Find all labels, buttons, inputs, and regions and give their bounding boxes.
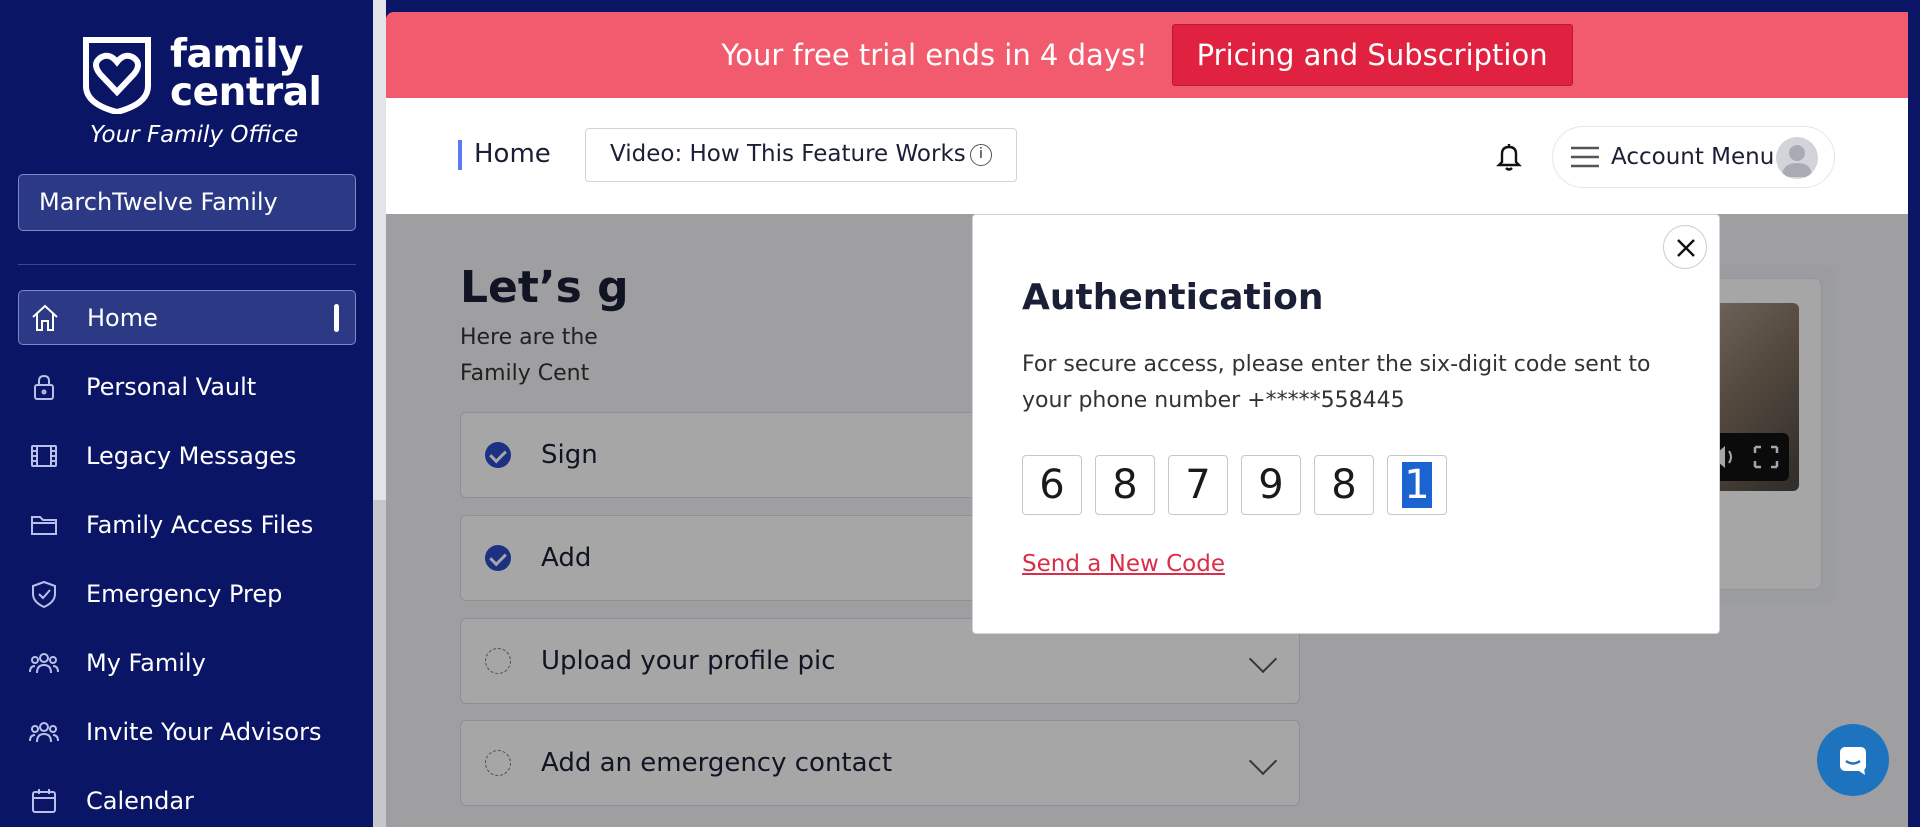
people-icon xyxy=(28,647,60,679)
chat-icon xyxy=(1840,747,1866,775)
trial-banner-text: Your free trial ends in 4 days! xyxy=(721,38,1148,72)
avatar xyxy=(1776,137,1818,179)
otp-selected-digit: 1 xyxy=(1402,462,1432,508)
account-menu-label: Account Menu xyxy=(1611,144,1775,170)
sidebar: family central Your Family Office MarchT… xyxy=(0,0,373,827)
how-feature-works-video-button[interactable]: Video: How This Feature Works i xyxy=(585,128,1017,182)
sidebar-item-label: Emergency Prep xyxy=(86,579,283,608)
otp-digit-input[interactable]: 6 xyxy=(1022,455,1082,515)
modal-description: For secure access, please enter the six-… xyxy=(1022,352,1651,413)
sidebar-item-home[interactable]: Home xyxy=(18,290,356,345)
sidebar-item-personal-vault[interactable]: Personal Vault xyxy=(18,359,356,414)
info-icon: i xyxy=(970,144,992,166)
close-icon xyxy=(1677,239,1695,257)
sidebar-item-label: Calendar xyxy=(86,786,194,815)
sidebar-item-calendar[interactable]: Calendar xyxy=(18,773,356,827)
close-button[interactable] xyxy=(1663,225,1707,269)
sidebar-item-family-access-files[interactable]: Family Access Files xyxy=(18,497,356,552)
bell-icon[interactable] xyxy=(1494,140,1524,172)
sidebar-item-label: Family Access Files xyxy=(86,510,314,539)
top-bar: Home Video: How This Feature Works i Acc… xyxy=(386,98,1908,214)
trial-banner: Your free trial ends in 4 days! Pricing … xyxy=(386,12,1908,98)
sidebar-item-legacy-messages[interactable]: Legacy Messages xyxy=(18,428,356,483)
people-icon xyxy=(28,716,60,748)
sidebar-item-label: Home xyxy=(87,303,158,332)
family-selector[interactable]: MarchTwelve Family xyxy=(18,174,356,231)
otp-digit-input[interactable]: 7 xyxy=(1168,455,1228,515)
sidebar-item-label: My Family xyxy=(86,648,206,677)
sidebar-item-label: Invite Your Advisors xyxy=(86,717,322,746)
otp-digit-input[interactable]: 9 xyxy=(1241,455,1301,515)
otp-digit-input[interactable]: 8 xyxy=(1314,455,1374,515)
breadcrumb: Home xyxy=(458,140,551,170)
calendar-icon xyxy=(28,785,60,817)
sidebar-item-invite-advisors[interactable]: Invite Your Advisors xyxy=(18,704,356,759)
sidebar-item-label: Legacy Messages xyxy=(86,441,297,470)
family-central-logo[interactable]: family central Your Family Office xyxy=(78,34,322,154)
chat-launcher-button[interactable] xyxy=(1817,724,1889,796)
lock-icon xyxy=(28,371,60,403)
main-area: Your free trial ends in 4 days! Pricing … xyxy=(386,12,1908,827)
film-icon xyxy=(28,440,60,472)
account-menu-button[interactable]: Account Menu xyxy=(1552,126,1835,188)
logo-tagline: Your Family Office xyxy=(90,122,299,148)
folder-icon xyxy=(28,509,60,541)
otp-digit-input[interactable]: 8 xyxy=(1095,455,1155,515)
authentication-modal: Authentication For secure access, please… xyxy=(972,214,1720,634)
sidebar-nav: Home Personal Vault Legacy Messages Fami… xyxy=(18,290,356,827)
sidebar-item-label: Personal Vault xyxy=(86,372,257,401)
sidebar-item-emergency-prep[interactable]: Emergency Prep xyxy=(18,566,356,621)
home-icon xyxy=(29,302,61,334)
sidebar-item-my-family[interactable]: My Family xyxy=(18,635,356,690)
shield-icon xyxy=(28,578,60,610)
hamburger-icon xyxy=(1571,146,1599,168)
logo-wordmark: family central xyxy=(170,32,322,115)
otp-code-inputs: 6 8 7 9 8 1 xyxy=(1022,455,1447,515)
sidebar-scrollbar-thumb[interactable] xyxy=(373,0,386,500)
send-new-code-link[interactable]: Send a New Code xyxy=(1022,551,1225,577)
pricing-subscription-button[interactable]: Pricing and Subscription xyxy=(1171,24,1573,86)
otp-digit-input-focused[interactable]: 1 xyxy=(1387,455,1447,515)
modal-title: Authentication xyxy=(1022,277,1324,318)
sidebar-divider xyxy=(18,264,356,265)
video-button-label: Video: How This Feature Works xyxy=(610,141,966,167)
logo-heart-icon xyxy=(83,37,151,114)
